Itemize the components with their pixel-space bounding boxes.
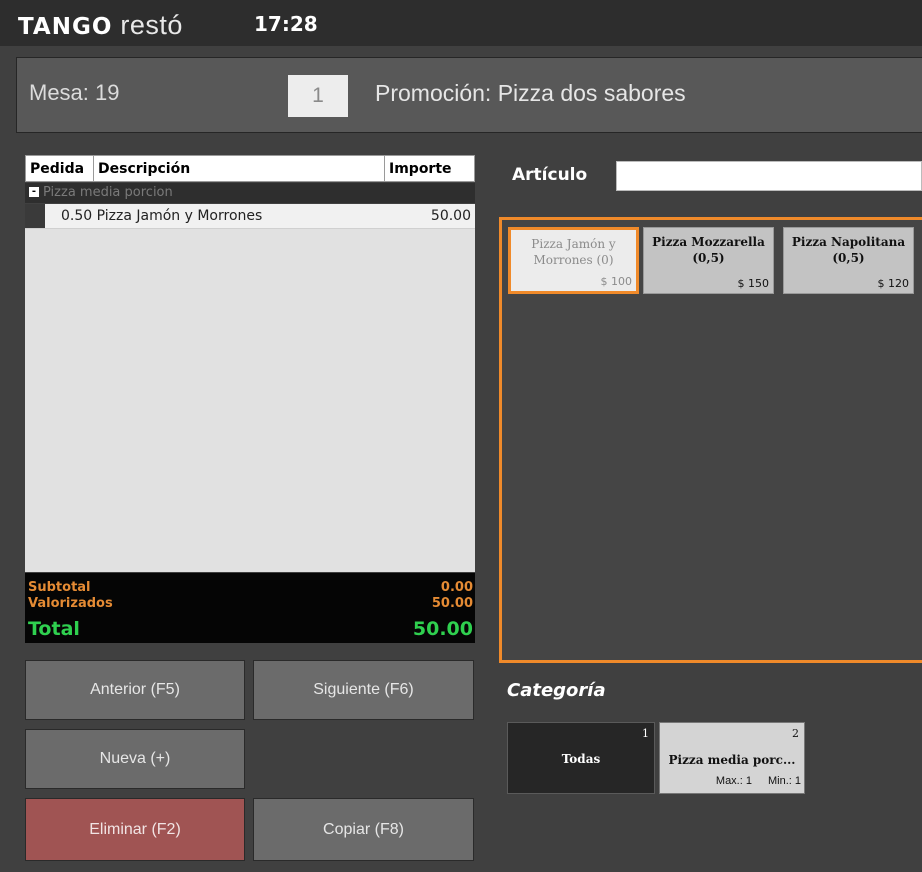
column-divider xyxy=(93,156,94,181)
total-label: Total xyxy=(28,618,80,640)
product-name: restó xyxy=(120,10,183,40)
category-max: Max.: 1 xyxy=(715,775,752,787)
subtotal-label: Subtotal xyxy=(28,580,91,595)
collapse-icon[interactable]: - xyxy=(29,187,39,197)
app-logo: TANGO restó xyxy=(18,10,183,40)
category-number: 2 xyxy=(792,727,799,740)
articulo-label: Artículo xyxy=(512,165,588,185)
categoria-label: Categoría xyxy=(507,680,606,701)
article-tile[interactable]: Pizza Napolitana (0,5) $ 120 xyxy=(783,227,914,294)
column-divider xyxy=(384,156,385,181)
total-value: 50.00 xyxy=(412,618,473,640)
column-importe[interactable]: Importe xyxy=(389,161,452,177)
article-price: $ 150 xyxy=(737,277,770,290)
articulo-search-input[interactable] xyxy=(616,161,922,191)
totals-panel: Subtotal 0.00 Valorizados 50.00 Total 50… xyxy=(25,573,475,643)
article-tile[interactable]: Pizza Jamón y Morrones (0) $ 100 xyxy=(508,227,639,294)
row-indicator xyxy=(25,204,45,228)
article-name-detail: Morrones (0) xyxy=(533,253,614,267)
category-name: Pizza media porc... xyxy=(668,753,796,767)
siguiente-button[interactable]: Siguiente (F6) xyxy=(253,660,474,720)
promotion-title: Promoción: Pizza dos sabores xyxy=(375,80,686,106)
table-header: Pedida Descripción Importe xyxy=(25,155,475,182)
eliminar-button[interactable]: Eliminar (F2) xyxy=(25,798,245,861)
category-name: Todas xyxy=(561,752,601,766)
category-number: 1 xyxy=(642,727,649,740)
article-name: Pizza Mozzarella xyxy=(652,235,765,249)
article-name: Pizza Jamón y xyxy=(531,237,616,251)
group-label: Pizza media porcion xyxy=(43,185,173,200)
column-pedida[interactable]: Pedida xyxy=(30,161,84,177)
article-name: Pizza Napolitana xyxy=(791,235,906,249)
row-amount: 50.00 xyxy=(430,208,471,224)
table-row[interactable]: 0.50 Pizza Jamón y Morrones 50.00 xyxy=(25,204,475,229)
column-descripcion[interactable]: Descripción xyxy=(98,161,190,177)
quantity-field[interactable]: 1 xyxy=(288,75,348,117)
article-price: $ 120 xyxy=(877,277,910,290)
subtotal-value: 0.00 xyxy=(440,580,473,595)
articles-grid: Pizza Jamón y Morrones (0) $ 100 Pizza Mo… xyxy=(499,217,922,663)
row-description: 0.50 Pizza Jamón y Morrones xyxy=(61,208,263,224)
article-price: $ 100 xyxy=(600,275,633,288)
copiar-button[interactable]: Copiar (F8) xyxy=(253,798,474,861)
category-tile-pizza[interactable]: 2 Pizza media porc... Max.: 1 Min.: 1 xyxy=(659,722,805,794)
article-tile[interactable]: Pizza Mozzarella (0,5) $ 150 xyxy=(643,227,774,294)
order-header: Mesa: 19 1 Promoción: Pizza dos sabores xyxy=(16,57,922,133)
nueva-button[interactable]: Nueva (+) xyxy=(25,729,245,789)
valorizados-label: Valorizados xyxy=(28,596,113,611)
brand-name: TANGO xyxy=(18,14,113,40)
category-tile-todas[interactable]: 1 Todas xyxy=(507,722,655,794)
anterior-button[interactable]: Anterior (F5) xyxy=(25,660,245,720)
article-name-detail: (0,5) xyxy=(692,251,725,265)
article-name-detail: (0,5) xyxy=(832,251,865,265)
order-list-body xyxy=(25,229,475,572)
category-min: Min.: 1 xyxy=(767,775,801,787)
clock: 17:28 xyxy=(254,12,318,36)
top-bar: TANGO restó 17:28 xyxy=(0,0,922,46)
valorizados-value: 50.00 xyxy=(431,596,473,611)
table-number: Mesa: 19 xyxy=(29,80,120,105)
group-row[interactable]: - Pizza media porcion xyxy=(25,183,475,203)
